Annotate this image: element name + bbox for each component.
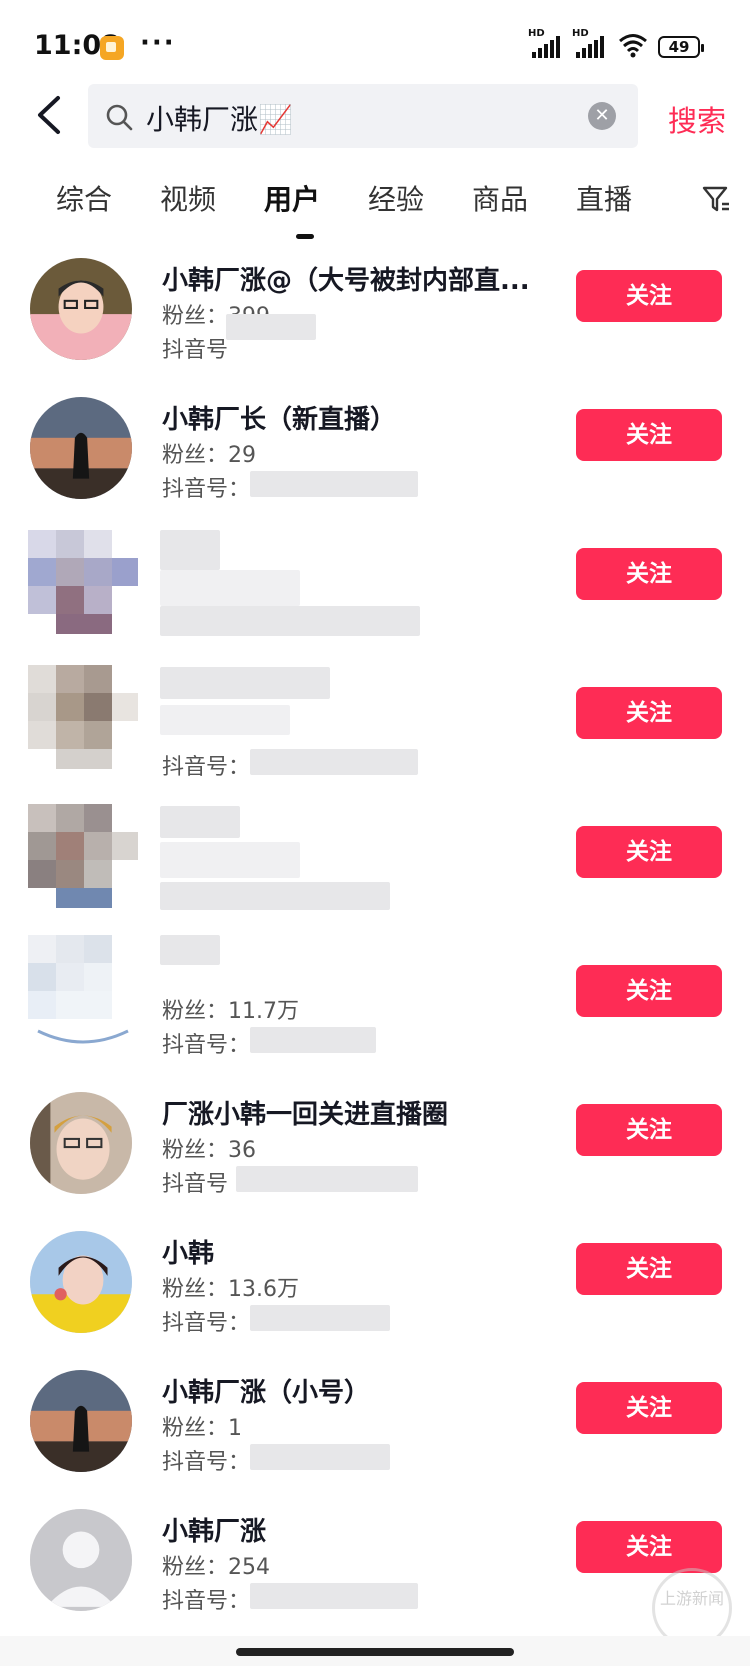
user-name[interactable]: 小韩厂涨: [162, 1511, 266, 1548]
follow-button[interactable]: 关注: [576, 1243, 722, 1295]
back-arrow-icon[interactable]: [30, 92, 70, 138]
account-label: 抖音号：: [162, 1450, 251, 1475]
clear-icon[interactable]: ✕: [588, 102, 616, 130]
name-redacted: [160, 530, 220, 570]
tab-experience[interactable]: 经验: [368, 178, 424, 218]
list-item[interactable]: 抖音号： 关注: [0, 657, 750, 796]
fan-count: 粉丝：29: [162, 443, 256, 468]
account-label: 抖音号：: [162, 1311, 251, 1336]
list-item[interactable]: 小韩厂长（新直播） 粉丝：29 抖音号： 关注: [0, 379, 750, 518]
app-badge-icon: [100, 36, 124, 60]
avatar[interactable]: [30, 1092, 132, 1194]
list-item[interactable]: 厂涨小韩一回关进直播圈 粉丝：36 抖音号 关注: [0, 1074, 750, 1213]
search-icon: [106, 104, 133, 131]
filter-icon[interactable]: [702, 184, 730, 214]
avatar[interactable]: [28, 804, 138, 914]
tab-live[interactable]: 直播: [576, 178, 632, 218]
avatar[interactable]: [28, 935, 138, 1053]
more-notifications-icon: ···: [140, 28, 176, 58]
follow-button[interactable]: 关注: [576, 965, 722, 1017]
account-label: 抖音号：: [162, 1033, 251, 1058]
account-id-redacted: [250, 1027, 376, 1053]
account-id-redacted: [250, 749, 418, 775]
list-item[interactable]: 小韩 粉丝：13.6万 抖音号： 关注: [0, 1213, 750, 1352]
account-id-redacted: [160, 882, 390, 910]
status-bar: 11:08 ··· HD HD 49: [0, 0, 750, 80]
wifi-icon: [619, 34, 647, 58]
signal-icon: HD: [528, 28, 562, 58]
follow-button[interactable]: 关注: [576, 1104, 722, 1156]
account-label: 抖音号：: [162, 755, 251, 780]
list-item[interactable]: 粉丝：11.7万 抖音号： 关注: [0, 935, 750, 1074]
avatar[interactable]: [30, 1370, 132, 1472]
result-tabs: 综合 视频 用户 经验 商品 直播: [0, 178, 750, 238]
follow-button[interactable]: 关注: [576, 687, 722, 739]
avatar[interactable]: [30, 397, 132, 499]
tab-comprehensive[interactable]: 综合: [56, 178, 112, 218]
fans-redacted: [160, 705, 290, 735]
user-name[interactable]: 小韩厂涨@（大号被封内部直...: [162, 260, 530, 297]
signal-icon-2: HD: [572, 28, 606, 58]
avatar[interactable]: [30, 1231, 132, 1333]
user-name[interactable]: 小韩: [162, 1233, 214, 1270]
active-tab-indicator: [296, 234, 314, 239]
list-item[interactable]: 小韩厂涨@（大号被封内部直... 粉丝：399 抖音号 关注: [0, 240, 750, 379]
name-redacted: [160, 667, 330, 699]
battery-icon: 49: [658, 36, 704, 58]
follow-button[interactable]: 关注: [576, 409, 722, 461]
follow-button[interactable]: 关注: [576, 548, 722, 600]
account-id-redacted: [250, 1444, 390, 1470]
list-item[interactable]: 关注: [0, 796, 750, 935]
account-id-redacted: [250, 1305, 390, 1331]
follow-button[interactable]: 关注: [576, 1382, 722, 1434]
avatar[interactable]: [28, 665, 138, 775]
avatar[interactable]: [28, 530, 138, 640]
user-name[interactable]: 小韩厂长（新直播）: [162, 399, 396, 436]
account-id-redacted: [226, 314, 316, 340]
fan-count: 粉丝：254: [162, 1555, 270, 1580]
search-input[interactable]: 小韩厂涨📈 ✕: [88, 84, 638, 148]
home-indicator[interactable]: [236, 1648, 514, 1656]
user-name[interactable]: 厂涨小韩一回关进直播圈: [162, 1094, 448, 1131]
user-name[interactable]: 小韩厂涨（小号）: [162, 1372, 370, 1409]
search-button[interactable]: 搜索: [668, 98, 726, 140]
account-id-redacted: [160, 606, 420, 636]
default-avatar-icon: [30, 1509, 132, 1611]
account-id-redacted: [236, 1166, 418, 1192]
account-id-redacted: [250, 471, 418, 497]
account-label: 抖音号: [162, 338, 229, 363]
fan-count: 粉丝：36: [162, 1138, 256, 1163]
follow-button[interactable]: 关注: [576, 826, 722, 878]
fan-count: 粉丝：1: [162, 1416, 242, 1441]
avatar[interactable]: [30, 1509, 132, 1611]
tab-products[interactable]: 商品: [472, 178, 528, 218]
name-redacted: [160, 935, 220, 965]
tab-users[interactable]: 用户: [264, 178, 320, 218]
account-id-redacted: [250, 1583, 418, 1609]
list-item[interactable]: 小韩厂涨（小号） 粉丝：1 抖音号： 关注: [0, 1352, 750, 1491]
follow-button[interactable]: 关注: [576, 270, 722, 322]
fan-count: 粉丝：11.7万: [162, 999, 299, 1024]
fan-count: 粉丝：13.6万: [162, 1277, 299, 1302]
fans-redacted: [160, 842, 300, 878]
avatar[interactable]: [30, 258, 132, 360]
name-redacted: [160, 806, 240, 838]
list-item[interactable]: 小韩厂涨 粉丝：254 抖音号： 关注: [0, 1491, 750, 1630]
account-label: 抖音号：: [162, 1589, 251, 1614]
fans-redacted: [160, 570, 300, 606]
follow-button[interactable]: 关注: [576, 1521, 722, 1573]
account-label: 抖音号: [162, 1172, 229, 1197]
list-item[interactable]: 关注: [0, 518, 750, 657]
search-query-text: 小韩厂涨📈: [146, 103, 293, 136]
tab-videos[interactable]: 视频: [160, 178, 216, 218]
account-label: 抖音号：: [162, 477, 251, 502]
